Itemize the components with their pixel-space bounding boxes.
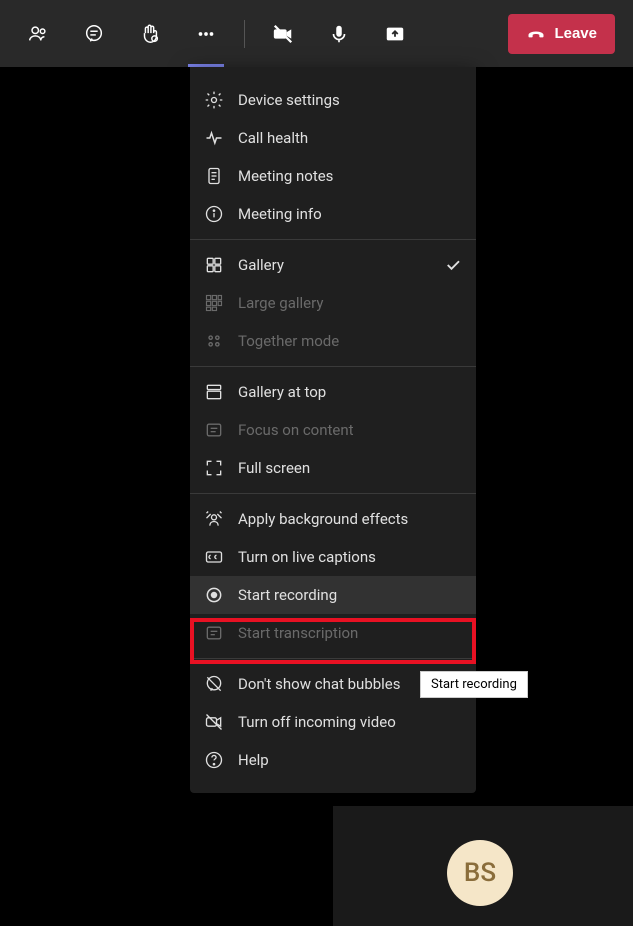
record-icon: [204, 585, 224, 605]
background-icon: [204, 509, 224, 529]
menu-meeting-notes[interactable]: Meeting notes: [190, 157, 476, 195]
leave-label: Leave: [554, 25, 597, 42]
menu-label: Meeting notes: [238, 167, 333, 185]
toolbar-divider: [244, 20, 245, 48]
check-icon: [444, 256, 462, 274]
people-button[interactable]: [10, 6, 66, 62]
menu-background-effects[interactable]: Apply background effects: [190, 500, 476, 538]
menu-call-health[interactable]: Call health: [190, 119, 476, 157]
transcription-icon: [204, 623, 224, 643]
video-off-icon: [204, 712, 224, 732]
reactions-button[interactable]: [122, 6, 178, 62]
raise-hand-icon: [139, 23, 161, 45]
menu-help[interactable]: Help: [190, 741, 476, 779]
more-icon: [195, 23, 217, 45]
mic-icon: [328, 23, 350, 45]
gear-icon: [204, 90, 224, 110]
menu-start-transcription: Start transcription: [190, 614, 476, 652]
menu-label: Turn on live captions: [238, 548, 376, 566]
share-screen-icon: [384, 23, 406, 45]
menu-label: Start recording: [238, 586, 337, 604]
grid-icon: [204, 255, 224, 275]
menu-focus-content: Focus on content: [190, 411, 476, 449]
gallery-top-icon: [204, 382, 224, 402]
menu-label: Gallery at top: [238, 383, 326, 401]
menu-label: Start transcription: [238, 624, 358, 642]
menu-large-gallery: Large gallery: [190, 284, 476, 322]
menu-gallery-top[interactable]: Gallery at top: [190, 373, 476, 411]
camera-button[interactable]: [255, 6, 311, 62]
hangup-icon: [526, 24, 546, 44]
menu-gallery[interactable]: Gallery: [190, 246, 476, 284]
menu-label: Full screen: [238, 459, 310, 477]
help-icon: [204, 750, 224, 770]
menu-incoming-video[interactable]: Turn off incoming video: [190, 703, 476, 741]
chat-button[interactable]: [66, 6, 122, 62]
share-button[interactable]: [367, 6, 423, 62]
menu-full-screen[interactable]: Full screen: [190, 449, 476, 487]
menu-live-captions[interactable]: Turn on live captions: [190, 538, 476, 576]
notes-icon: [204, 166, 224, 186]
meeting-toolbar: Leave: [0, 0, 633, 67]
menu-label: Together mode: [238, 332, 339, 350]
menu-together-mode: Together mode: [190, 322, 476, 360]
menu-label: Gallery: [238, 256, 284, 274]
large-grid-icon: [204, 293, 224, 313]
avatar: BS: [447, 840, 513, 906]
captions-icon: [204, 547, 224, 567]
more-actions-button[interactable]: [178, 6, 234, 62]
menu-device-settings[interactable]: Device settings: [190, 81, 476, 119]
leave-button[interactable]: Leave: [508, 14, 615, 54]
mic-button[interactable]: [311, 6, 367, 62]
menu-meeting-info[interactable]: Meeting info: [190, 195, 476, 233]
fullscreen-icon: [204, 458, 224, 478]
menu-label: Meeting info: [238, 205, 322, 223]
together-icon: [204, 331, 224, 351]
menu-label: Don't show chat bubbles: [238, 675, 401, 693]
pulse-icon: [204, 128, 224, 148]
menu-label: Focus on content: [238, 421, 354, 439]
menu-label: Turn off incoming video: [238, 713, 396, 731]
camera-off-icon: [272, 23, 294, 45]
people-icon: [27, 23, 49, 45]
menu-start-recording[interactable]: Start recording: [190, 576, 476, 614]
chat-off-icon: [204, 674, 224, 694]
menu-label: Large gallery: [238, 294, 323, 312]
menu-label: Device settings: [238, 91, 340, 109]
tooltip: Start recording: [420, 671, 528, 698]
focus-icon: [204, 420, 224, 440]
menu-label: Call health: [238, 129, 308, 147]
info-icon: [204, 204, 224, 224]
chat-icon: [83, 23, 105, 45]
menu-label: Apply background effects: [238, 510, 408, 528]
menu-label: Help: [238, 751, 269, 769]
